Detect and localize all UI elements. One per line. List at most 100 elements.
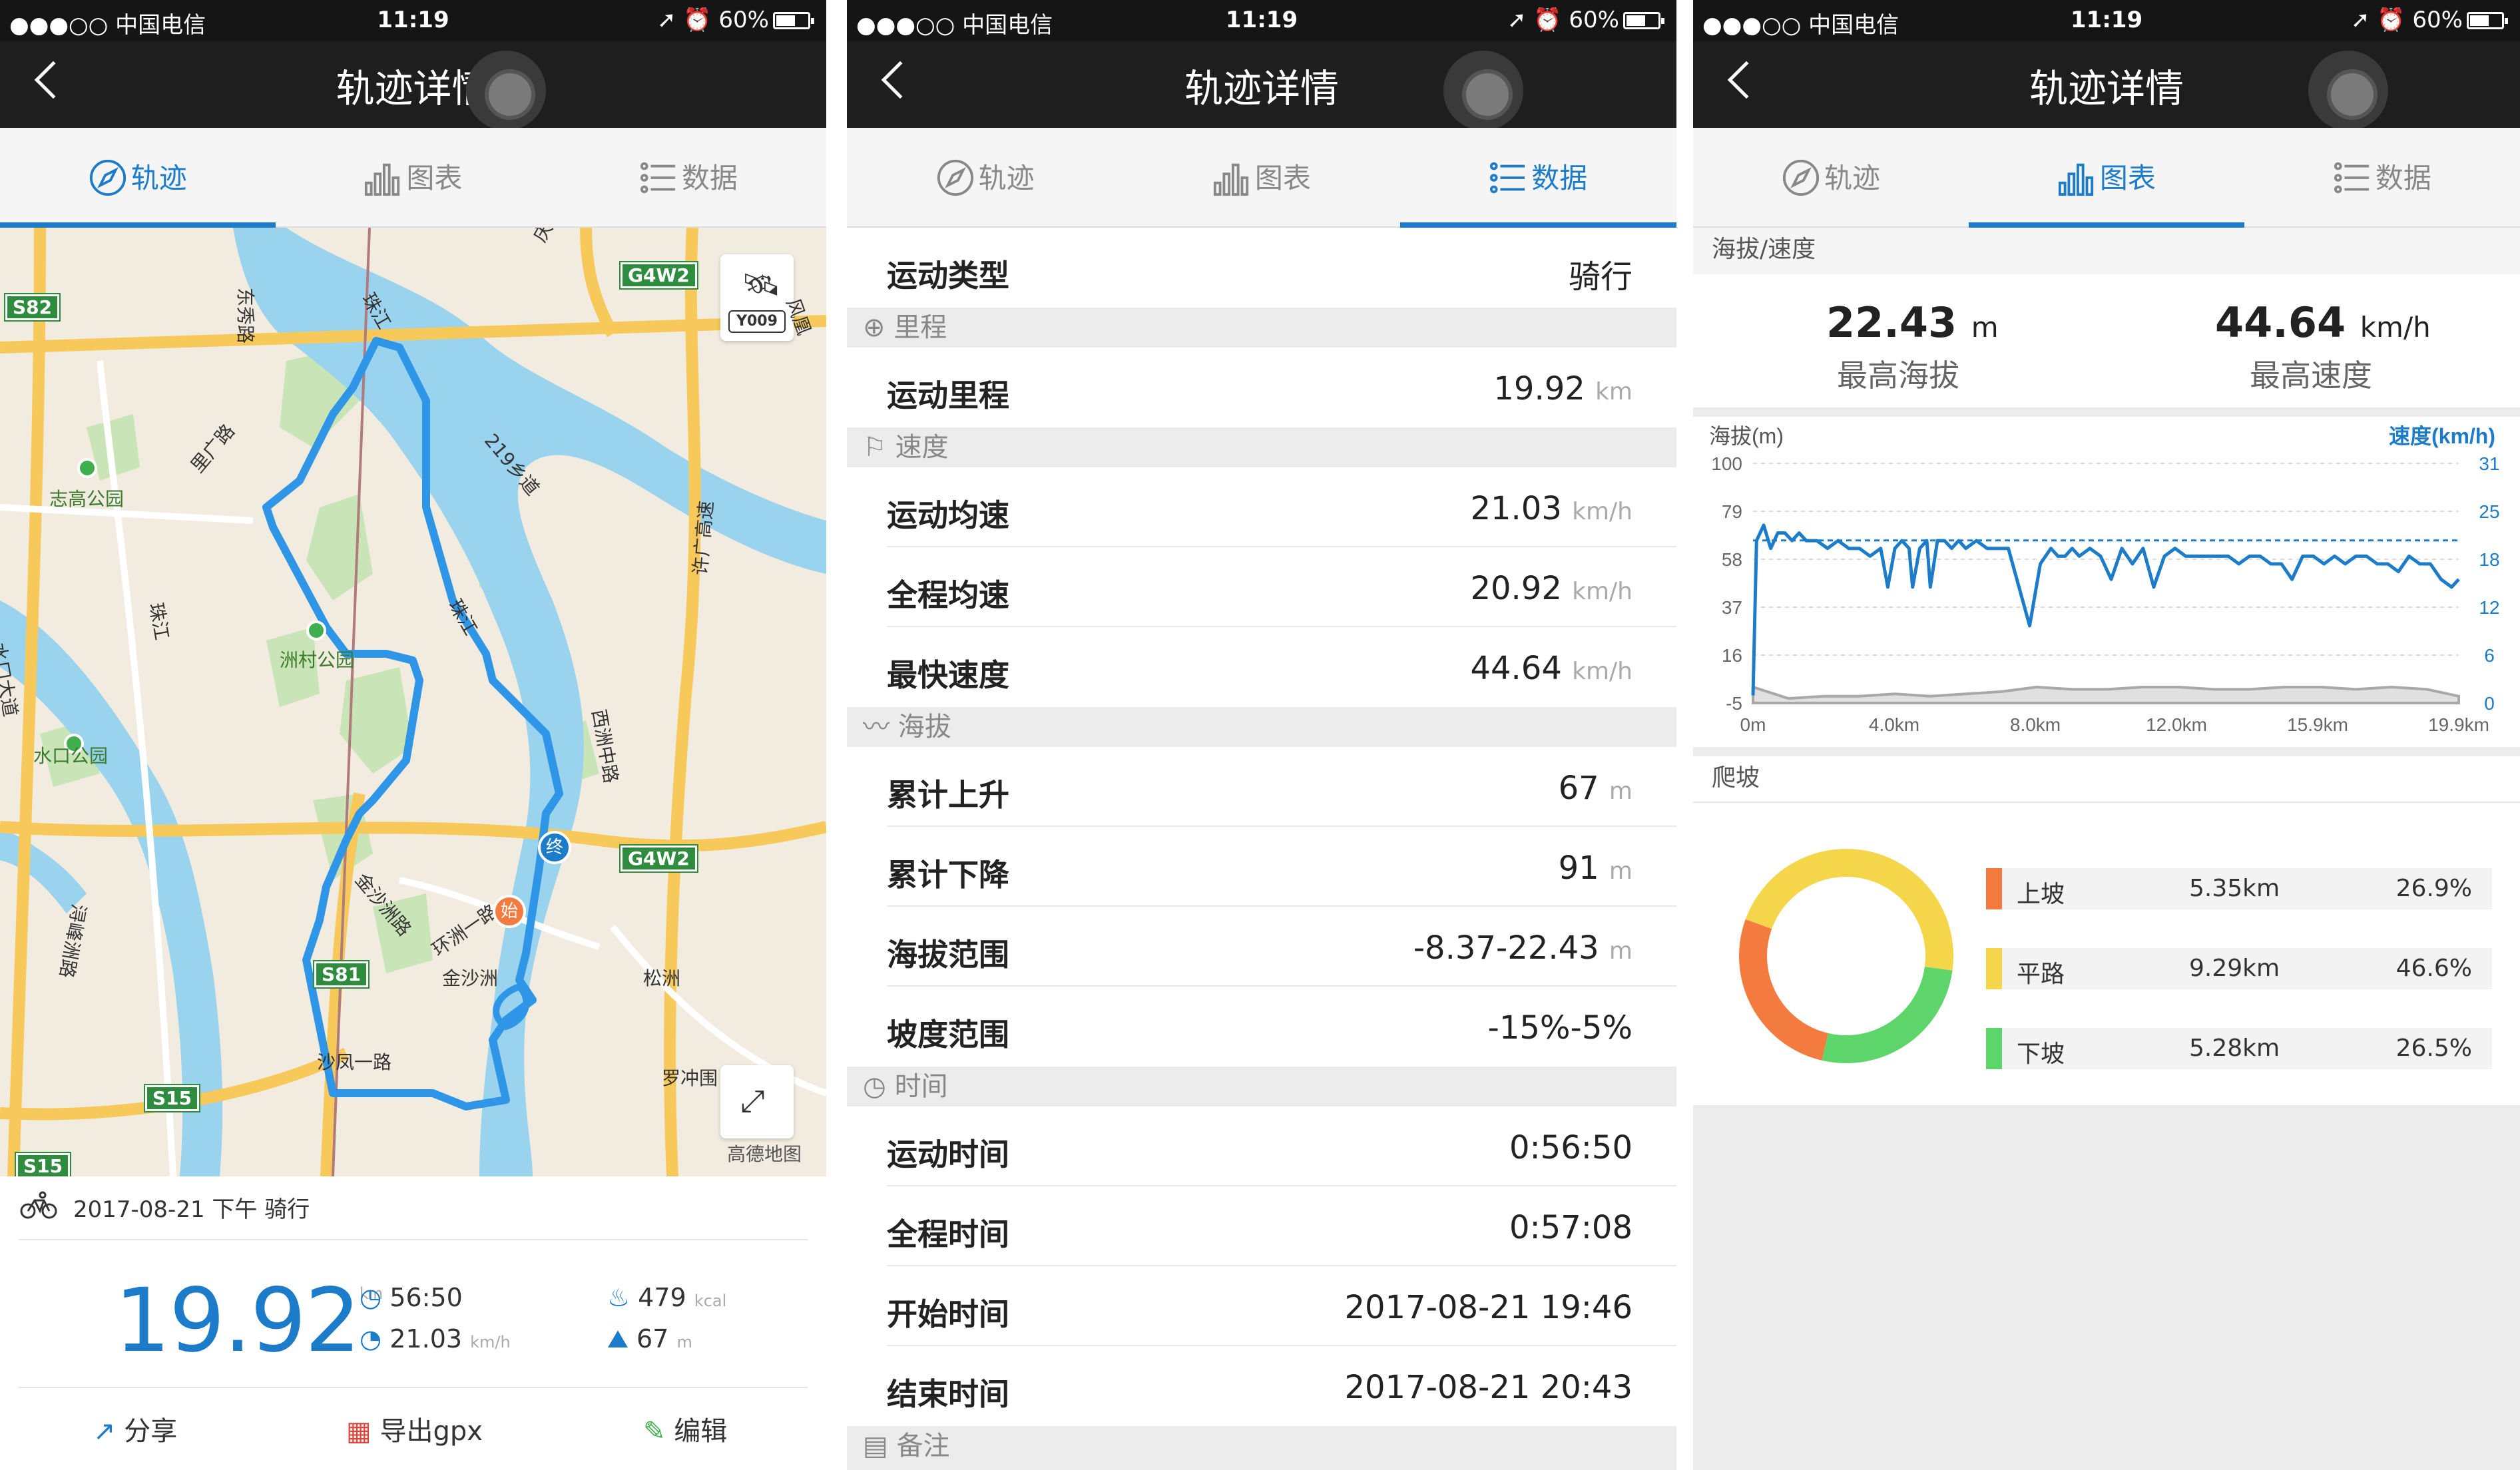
y2-tick-label: 25 [2479,501,2499,522]
route-g4w2-mid-shield: G4W2 [621,846,697,871]
battery-icon [1623,12,1664,29]
value-number: 19.92 [1493,370,1585,407]
x-tick-label: 15.9km [2287,714,2348,735]
tab-data[interactable]: 数据 [1399,128,1676,228]
row-mileage: 运动里程 19.92 km [847,348,1676,427]
tab-data[interactable]: 数据 [2244,128,2520,228]
calories-stat: ♨ 479 kcal [607,1283,726,1312]
assistive-touch-icon[interactable] [2308,51,2388,130]
duration-stat: ◷ 56:50 [360,1283,463,1312]
legend-name: 平路 [2017,961,2065,988]
row-moving-time: 运动时间 0:56:50 [847,1106,1676,1186]
x-tick-label: 8.0km [2010,714,2061,735]
assistive-touch-icon[interactable] [466,51,546,130]
tab-chart[interactable]: 图表 [276,128,551,228]
row-avg-speed: 运动均速 21.03 km/h [847,467,1676,547]
route-g4w2-top-shield: G4W2 [621,262,697,288]
divider [19,1239,808,1240]
y2-tick-label: 6 [2484,645,2495,666]
status-bar: ●●●○○ 中国电信 11:19 ➚ ⏰ 60% [847,0,1676,41]
bar-chart-icon [1213,163,1249,196]
value-unit: km/h [1572,578,1633,605]
slice-uphill[interactable] [1739,919,1829,1061]
end-marker[interactable]: 终 [538,831,571,864]
assistive-touch-icon[interactable] [1443,51,1523,130]
altitude-speed-chart[interactable]: 海拔(m) 速度(km/h) 10079583716-5 3125181260 … [1693,417,2520,747]
amap-watermark: 高德地图 [727,1143,802,1165]
tab-track[interactable]: 轨迹 [847,128,1123,228]
legend-name: 上坡 [2017,881,2065,908]
y-tick-label: 37 [1722,597,1742,618]
avg-speed-value: 21.03 [389,1324,463,1353]
y-axis-ticks: 100 79 58 37 16 -5 [1711,453,1742,714]
export-label: 导出gpx [379,1416,483,1447]
tab-chart[interactable]: 图表 [1968,128,2244,228]
tab-data-label: 数据 [682,162,738,194]
tab-track[interactable]: 轨迹 [0,128,276,228]
row-end-time: 结束时间 2017-08-21 20:43 [847,1346,1676,1426]
flat-swatch [1986,948,2002,989]
climb-value: 67 [636,1324,669,1353]
screen-chart: ●●●○○ 中国电信 11:19 ➚ ⏰ 60% 轨迹详情 轨迹 图表 数据 海… [1693,0,2520,1470]
poi-zhoucun-park: 洲村公园 [280,649,355,671]
legend-distance: 9.29km [2189,955,2280,982]
y-tick-label: 16 [1722,645,1742,666]
y2-axis-ticks: 31 25 18 12 6 0 [2479,453,2499,714]
climb-stat: ⛰ 67 m [607,1324,692,1354]
satellite-icon: 🛰 [742,266,781,302]
avg-speed-stat: ◔ 21.03 km/h [360,1324,511,1353]
x-tick-label: 19.9km [2428,714,2489,735]
row-key: 坡度范围 [887,1017,1009,1053]
track-map[interactable]: S82 G4W2 G4W2 S81 S15 S15 🛰 Y009 ⤢ 志高公园 … [0,228,826,1176]
max-altitude-value: 22.43 [1826,298,1957,347]
list-icon [640,162,676,194]
x-tick-label: 0m [1740,714,1766,735]
slice-downhill[interactable] [1822,966,1953,1063]
mountain-icon: ⛰ [607,1324,629,1353]
start-marker[interactable]: 始 [493,895,526,928]
slice-flat[interactable] [1745,849,1953,971]
chart-grid [1753,463,2459,704]
tab-chart-label: 图表 [1254,162,1311,194]
battery-percent: 60% [718,7,769,33]
value-unit: m [1609,858,1633,885]
screen-data: ●●●○○ 中国电信 11:19 ➚ ⏰ 60% 轨迹详情 轨迹 图表 数据 运… [847,0,1676,1470]
edit-icon: ✎ [643,1416,666,1447]
card-title: 爬坡 [1693,756,2520,803]
export-gpx-button[interactable]: ▦ 导出gpx [346,1409,483,1448]
tab-track-label: 轨迹 [1824,162,1880,194]
area-jinshazhou: 金沙洲 [442,967,499,989]
row-value: 0:56:50 [1509,1129,1633,1166]
row-key: 运动均速 [887,497,1009,533]
tab-data[interactable]: 数据 [551,128,826,228]
value-unit: m [1609,778,1633,805]
climb-donut-chart[interactable] [1733,843,1959,1069]
row-max-speed: 最快速度 44.64 km/h [847,627,1676,707]
satellite-layer-button[interactable]: 🛰 Y009 [720,254,794,341]
tab-chart[interactable]: 图表 [1123,128,1399,228]
divider [1693,407,2520,417]
title-bar: 轨迹详情 [0,41,826,130]
row-key: 海拔范围 [887,937,1009,973]
max-speed-label: 最高速度 [2250,358,2372,393]
route-s15-shield: S15 [145,1085,200,1111]
value-number: 21.03 [1470,490,1562,527]
share-button[interactable]: ↗ 分享 [93,1409,177,1448]
fullscreen-button[interactable]: ⤢ [720,1065,794,1138]
edit-button[interactable]: ✎ 编辑 [643,1409,727,1448]
climb-card: 爬坡 上坡 5.35km 26.9% 平路 9.29km 46.6% 下坡 5.28km 2… [1693,747,2520,1105]
section-note[interactable]: ▤ 备注 [847,1426,1676,1470]
row-key: 运动里程 [887,377,1009,413]
share-icon: ↗ [93,1416,116,1447]
row-slope-range: 坡度范围 -15%-5% [847,987,1676,1067]
row-key: 运动时间 [887,1136,1009,1172]
speedometer-icon: ◔ [360,1324,382,1353]
value-unit: km [1595,378,1633,405]
clock-icon: ◷ [360,1283,382,1312]
y-tick-label: 79 [1722,501,1742,522]
tab-track[interactable]: 轨迹 [1693,128,1969,228]
ride-summary: 2017-08-21 下午 骑行 19.92km ◷ 56:50 ◔ 21.03… [0,1176,826,1470]
max-altitude-label: 最高海拔 [1837,358,1959,393]
uphill-swatch [1986,868,2002,909]
battery-percent: 60% [1569,7,1619,33]
